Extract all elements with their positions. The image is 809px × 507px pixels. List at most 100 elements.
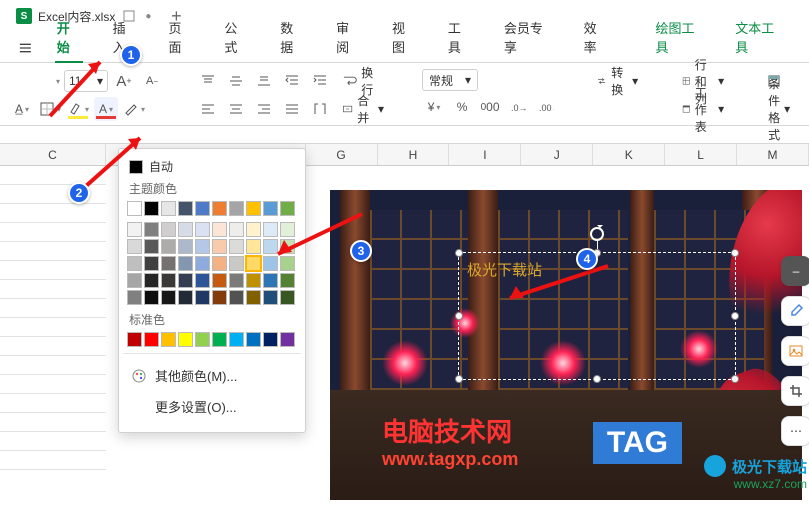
- tab-view[interactable]: 视图: [384, 12, 424, 62]
- align-center-button[interactable]: [224, 97, 248, 121]
- fab-more[interactable]: ⋯: [781, 416, 809, 446]
- color-swatch[interactable]: [246, 273, 261, 288]
- color-swatch[interactable]: [229, 273, 244, 288]
- indent-increase-button[interactable]: [308, 69, 332, 93]
- clear-format-button[interactable]: ▾: [122, 97, 146, 121]
- color-swatch[interactable]: [195, 290, 210, 305]
- indent-decrease-button[interactable]: [280, 69, 304, 93]
- color-swatch[interactable]: [144, 290, 159, 305]
- color-swatch[interactable]: [144, 201, 159, 216]
- col-j[interactable]: J: [521, 144, 593, 165]
- color-swatch[interactable]: [246, 290, 261, 305]
- color-swatch[interactable]: [246, 222, 261, 237]
- color-swatch[interactable]: [212, 273, 227, 288]
- color-swatch[interactable]: [178, 201, 193, 216]
- align-left-button[interactable]: [196, 97, 220, 121]
- color-swatch[interactable]: [178, 256, 193, 271]
- fab-minus[interactable]: –: [781, 256, 809, 286]
- tab-text-tools[interactable]: 文本工具: [727, 12, 791, 62]
- color-swatch[interactable]: [229, 222, 244, 237]
- color-swatch[interactable]: [246, 239, 261, 254]
- color-swatch[interactable]: [246, 201, 261, 216]
- handle-e[interactable]: [731, 312, 739, 320]
- more-colors[interactable]: 其他颜色(M)...: [127, 360, 297, 391]
- font-effects-button[interactable]: A̲▾: [10, 97, 34, 121]
- color-swatch[interactable]: [178, 222, 193, 237]
- color-swatch[interactable]: [144, 256, 159, 271]
- color-swatch[interactable]: [178, 290, 193, 305]
- dec-inc-button[interactable]: .0→.00: [506, 95, 530, 119]
- color-swatch[interactable]: [246, 256, 261, 271]
- fab-eyedropper[interactable]: [781, 296, 809, 326]
- color-swatch[interactable]: [161, 332, 176, 347]
- color-swatch[interactable]: [144, 332, 159, 347]
- align-middle-button[interactable]: [224, 69, 248, 93]
- increase-font-button[interactable]: A+: [112, 69, 136, 93]
- color-swatch[interactable]: [263, 332, 278, 347]
- tab-draw-tools[interactable]: 绘图工具: [647, 12, 711, 62]
- color-swatch[interactable]: [246, 332, 261, 347]
- comma-button[interactable]: 000: [478, 95, 502, 119]
- color-swatch[interactable]: [127, 290, 142, 305]
- color-swatch[interactable]: [229, 239, 244, 254]
- color-swatch[interactable]: [127, 332, 142, 347]
- handle-w[interactable]: [455, 312, 463, 320]
- color-swatch[interactable]: [195, 222, 210, 237]
- rotate-handle[interactable]: [590, 227, 604, 241]
- cond-format-button[interactable]: 条件格式▾: [762, 97, 796, 121]
- align-bottom-button[interactable]: [252, 69, 276, 93]
- handle-ne[interactable]: [731, 249, 739, 257]
- color-swatch[interactable]: [127, 256, 142, 271]
- color-swatch[interactable]: [127, 239, 142, 254]
- col-k[interactable]: K: [593, 144, 665, 165]
- color-swatch[interactable]: [263, 273, 278, 288]
- color-swatch[interactable]: [144, 273, 159, 288]
- color-swatch[interactable]: [212, 256, 227, 271]
- color-swatch[interactable]: [195, 256, 210, 271]
- merge-cells-button[interactable]: 合并▾: [336, 97, 390, 121]
- tab-close-icon[interactable]: ●: [145, 11, 151, 22]
- wrap-text-button[interactable]: 换行: [336, 69, 390, 93]
- color-swatch[interactable]: [263, 290, 278, 305]
- tab-efficiency[interactable]: 效率: [576, 12, 616, 62]
- handle-sw[interactable]: [455, 375, 463, 383]
- col-m[interactable]: M: [737, 144, 809, 165]
- tab-formula[interactable]: 公式: [216, 12, 256, 62]
- tab-page[interactable]: 页面: [160, 12, 200, 62]
- col-i[interactable]: I: [449, 144, 521, 165]
- color-swatch[interactable]: [195, 273, 210, 288]
- more-settings[interactable]: 更多设置(O)...: [127, 391, 297, 422]
- color-swatch[interactable]: [161, 256, 176, 271]
- handle-nw[interactable]: [455, 249, 463, 257]
- color-swatch[interactable]: [195, 201, 210, 216]
- color-swatch[interactable]: [127, 222, 142, 237]
- menu-icon[interactable]: [18, 40, 33, 56]
- color-swatch[interactable]: [212, 222, 227, 237]
- color-swatch[interactable]: [178, 239, 193, 254]
- color-swatch[interactable]: [178, 273, 193, 288]
- color-swatch[interactable]: [195, 332, 210, 347]
- color-swatch[interactable]: [161, 273, 176, 288]
- color-swatch[interactable]: [229, 332, 244, 347]
- color-swatch[interactable]: [229, 201, 244, 216]
- color-swatch[interactable]: [144, 222, 159, 237]
- color-swatch[interactable]: [212, 239, 227, 254]
- percent-button[interactable]: %: [450, 95, 474, 119]
- convert-button[interactable]: 转换▾: [590, 69, 644, 93]
- decrease-font-button[interactable]: A−: [140, 69, 164, 93]
- tab-member[interactable]: 会员专享: [496, 12, 560, 62]
- currency-button[interactable]: ¥▾: [422, 95, 446, 119]
- color-swatch[interactable]: [161, 239, 176, 254]
- dec-dec-button[interactable]: .00→.0: [534, 95, 558, 119]
- worksheet-button[interactable]: 工作表▾: [676, 97, 730, 121]
- align-justify-button[interactable]: [280, 97, 304, 121]
- color-swatch[interactable]: [212, 290, 227, 305]
- color-swatch[interactable]: [161, 222, 176, 237]
- col-h[interactable]: H: [378, 144, 450, 165]
- color-swatch[interactable]: [212, 332, 227, 347]
- color-swatch[interactable]: [280, 290, 295, 305]
- color-swatch[interactable]: [161, 290, 176, 305]
- tab-data[interactable]: 数据: [272, 12, 312, 62]
- inserted-image[interactable]: 极光下载站 电脑技术网 www.tagxp.com TAG: [330, 190, 802, 500]
- col-g[interactable]: G: [306, 144, 378, 165]
